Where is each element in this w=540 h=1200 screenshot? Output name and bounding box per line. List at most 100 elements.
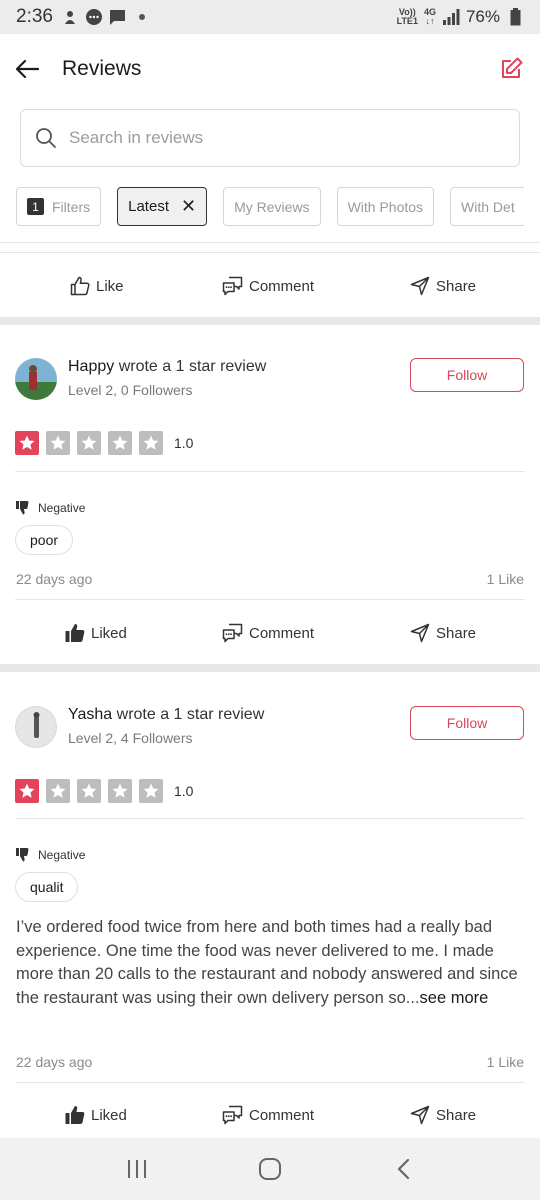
notification-icon: [61, 8, 79, 26]
review-action-bar: Liked Comment Share: [0, 1089, 540, 1141]
filter-chips: 1 Filters Latest ✕ My Reviews With Photo…: [16, 187, 524, 227]
thumbs-down-icon: [16, 848, 29, 862]
lte-label: LTE1: [396, 16, 418, 26]
review-time: 22 days ago: [16, 571, 93, 587]
filters-chip[interactable]: 1 Filters: [16, 187, 102, 226]
share-label: Share: [436, 624, 477, 642]
review-action-text: wrote a 1 star review: [118, 358, 267, 375]
edit-icon: [502, 57, 523, 78]
star-empty-icon: [77, 779, 101, 803]
liked-label: Liked: [91, 1106, 127, 1124]
recent-apps-icon: [127, 1160, 146, 1178]
divider: [0, 242, 540, 243]
rating-value: 1.0: [174, 783, 194, 799]
review-tag[interactable]: qualit: [15, 872, 79, 902]
star-empty-icon: [77, 431, 101, 455]
latest-label: Latest: [128, 198, 169, 215]
close-icon[interactable]: ✕: [181, 196, 196, 217]
divider: [15, 471, 525, 472]
with-photos-label: With Photos: [347, 198, 424, 215]
star-filled-icon: [15, 779, 39, 803]
share-button[interactable]: Share: [410, 276, 476, 296]
sentiment-label: Negative: [16, 848, 85, 862]
with-details-chip[interactable]: With Det: [450, 187, 524, 226]
like-count[interactable]: 1 Like: [487, 571, 524, 587]
dot-icon: [133, 8, 151, 26]
review-author-line: Happy wrote a 1 star review: [68, 358, 266, 376]
follow-button[interactable]: Follow: [410, 358, 524, 392]
with-photos-chip[interactable]: With Photos: [336, 187, 435, 226]
latest-chip[interactable]: Latest ✕: [117, 187, 208, 226]
my-reviews-chip[interactable]: My Reviews: [223, 187, 321, 226]
battery-icon: [506, 8, 524, 26]
chat-icon: [109, 8, 127, 26]
comment-icon: [222, 276, 243, 295]
share-icon: [410, 276, 430, 296]
reviewer-meta: Level 2, 0 Followers: [68, 382, 193, 398]
divider: [15, 1082, 525, 1083]
review-tag[interactable]: poor: [15, 525, 74, 555]
review-action-bar: Liked Comment Share: [0, 607, 540, 659]
back-button[interactable]: [14, 56, 40, 82]
section-divider: [0, 317, 540, 325]
battery-percent: 76%: [465, 7, 500, 26]
system-nav-bar: [0, 1138, 540, 1200]
page-title: Reviews: [62, 57, 142, 80]
star-empty-icon: [139, 779, 163, 803]
see-more-link[interactable]: see more: [420, 989, 489, 1007]
liked-button[interactable]: Liked: [65, 623, 127, 643]
star-filled-icon: [15, 431, 39, 455]
thumbs-up-filled-icon: [65, 624, 85, 642]
rating-stars: 1.0: [15, 431, 193, 455]
recent-apps-button[interactable]: [117, 1149, 157, 1189]
star-empty-icon: [108, 431, 132, 455]
comment-icon: [222, 1105, 243, 1124]
signal-icon: [442, 8, 460, 26]
review-action-bar: Like Comment Share: [0, 260, 540, 312]
comment-button[interactable]: Comment: [222, 276, 314, 297]
review-author-line: Yasha wrote a 1 star review: [68, 706, 264, 724]
thumbs-down-icon: [16, 501, 29, 515]
like-label: Like: [96, 277, 124, 295]
reviewer-name[interactable]: Happy: [68, 358, 114, 375]
star-empty-icon: [46, 779, 70, 803]
home-icon: [258, 1158, 281, 1180]
reviewer-name[interactable]: Yasha: [68, 706, 112, 723]
reviewer-meta: Level 2, 4 Followers: [68, 730, 193, 746]
share-button[interactable]: Share: [410, 1105, 476, 1125]
chevron-left-icon: [398, 1158, 410, 1180]
liked-button[interactable]: Liked: [65, 1105, 127, 1125]
filter-count-badge: 1: [27, 198, 44, 215]
divider: [15, 599, 525, 600]
rating-stars: 1.0: [15, 779, 193, 803]
review-action-text: wrote a 1 star review: [116, 706, 265, 723]
search-bar[interactable]: [20, 109, 520, 167]
star-empty-icon: [108, 779, 132, 803]
comment-button[interactable]: Comment: [222, 1105, 314, 1126]
my-reviews-label: My Reviews: [234, 198, 310, 215]
system-back-button[interactable]: [383, 1149, 423, 1189]
share-button[interactable]: Share: [410, 623, 476, 643]
search-input[interactable]: [69, 128, 489, 148]
write-review-button[interactable]: [500, 56, 526, 82]
follow-button[interactable]: Follow: [410, 706, 524, 740]
comment-label: Comment: [249, 624, 315, 642]
sentiment-text: Negative: [38, 501, 86, 515]
section-divider: [0, 664, 540, 672]
share-label: Share: [436, 1106, 477, 1124]
filters-label: Filters: [52, 198, 91, 215]
home-button[interactable]: [250, 1149, 290, 1189]
with-details-label: With Det: [461, 198, 515, 215]
message-icon: [85, 8, 103, 26]
share-icon: [410, 623, 430, 643]
sentiment-label: Negative: [16, 501, 85, 515]
avatar[interactable]: [15, 358, 57, 400]
star-empty-icon: [46, 431, 70, 455]
data-arrows-label: ↓↑: [425, 16, 435, 26]
like-button[interactable]: Like: [70, 276, 124, 296]
avatar[interactable]: [15, 706, 57, 748]
like-count[interactable]: 1 Like: [487, 1054, 524, 1070]
star-empty-icon: [139, 431, 163, 455]
network-type-indicator: 4G ↓↑: [424, 8, 436, 26]
comment-button[interactable]: Comment: [222, 623, 314, 644]
